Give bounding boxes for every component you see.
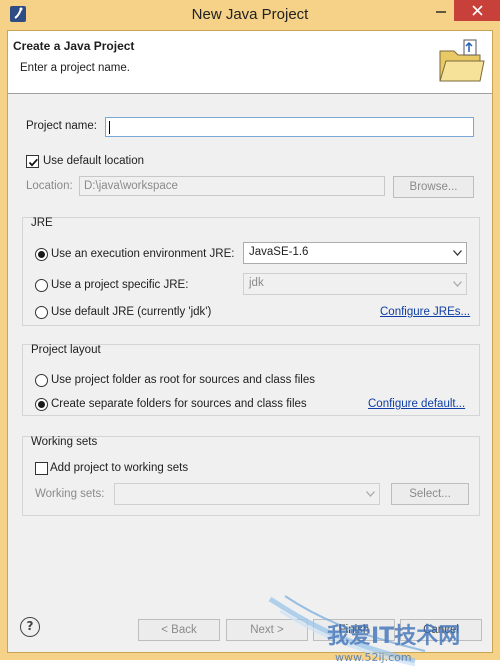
dialog-body: Create a Java Project Enter a project na… [7,30,493,667]
page-message: Enter a project name. [20,62,130,74]
title-bar: New Java Project [7,0,500,30]
use-default-location-label: Use default location [43,155,145,167]
separate-folders-radio[interactable] [35,398,48,411]
watermark-url: www.52ij.com [335,651,412,664]
project-specific-jre-label: Use a project specific JRE: [51,279,189,291]
site-watermark-logo: 我爱IT技术网 www.52ij.com [268,595,460,667]
working-sets-title: Working sets [31,436,98,448]
execution-environment-radio[interactable] [35,248,48,261]
minimize-icon [435,10,446,13]
window-controls [427,0,500,21]
jre-group-title: JRE [31,217,53,229]
minimize-button[interactable] [427,0,454,21]
default-jre-radio[interactable] [35,306,48,319]
text-caret [109,121,110,134]
project-name-label: Project name: [26,120,97,132]
close-button[interactable] [454,0,500,21]
help-button[interactable]: ? [20,617,40,637]
default-jre-label: Use default JRE (currently 'jdk') [51,306,212,318]
chevron-down-icon [453,281,462,287]
project-specific-jre-radio[interactable] [35,279,48,292]
browse-button[interactable]: Browse... [393,176,474,198]
back-button[interactable]: < Back [138,619,220,641]
location-label: Location: [26,180,73,192]
working-sets-select[interactable] [114,483,380,505]
project-specific-jre-select[interactable]: jdk [243,273,467,295]
project-specific-jre-value: jdk [249,277,264,289]
wizard-banner: Create a Java Project Enter a project na… [8,31,492,94]
working-sets-label: Working sets: [35,488,105,500]
execution-environment-value: JavaSE-1.6 [249,246,309,258]
use-default-location-checkbox[interactable] [26,155,39,168]
select-working-sets-button[interactable]: Select... [391,483,469,505]
project-layout-group: Project layout Use project folder as roo… [22,344,480,416]
separate-folders-label: Create separate folders for sources and … [51,398,307,410]
execution-environment-select[interactable]: JavaSE-1.6 [243,242,467,264]
eclipse-app-icon [10,6,26,22]
project-layout-title: Project layout [31,344,101,356]
add-to-working-sets-label: Add project to working sets [50,462,189,474]
working-sets-group: Working sets Add project to working sets… [22,436,480,516]
add-to-working-sets-checkbox[interactable] [35,462,48,475]
location-input[interactable]: D:\java\workspace [79,176,385,196]
configure-default-link[interactable]: Configure default... [368,398,465,410]
project-folder-root-label: Use project folder as root for sources a… [51,374,315,386]
close-icon [471,5,483,16]
execution-environment-label: Use an execution environment JRE: [51,248,235,260]
dialog-window: New Java Project Create a Java Project E… [0,0,500,667]
project-folder-root-radio[interactable] [35,374,48,387]
chevron-down-icon [453,250,462,256]
folder-icon [439,39,485,82]
jre-group: JRE Use an execution environment JRE: Ja… [22,217,480,326]
watermark-text: 我爱IT技术网 [327,624,460,649]
project-name-input[interactable] [105,117,474,137]
checkmark-icon [28,158,38,167]
configure-jres-link[interactable]: Configure JREs... [380,306,470,318]
page-title: Create a Java Project [13,39,135,53]
chevron-down-icon [366,491,375,497]
window-title: New Java Project [191,6,309,23]
